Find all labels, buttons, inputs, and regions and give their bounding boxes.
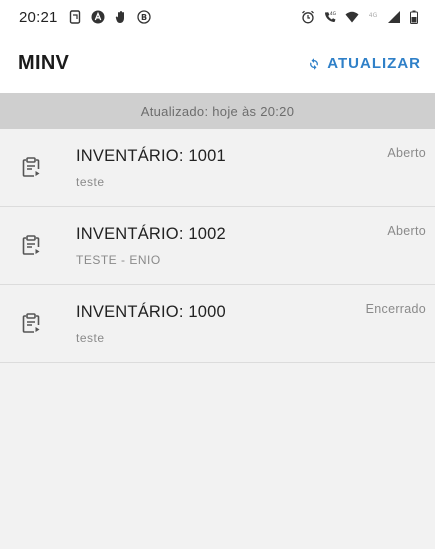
clipboard-icon <box>20 234 42 256</box>
refresh-icon <box>307 57 321 71</box>
inventory-description: teste <box>76 331 105 345</box>
svg-text:B: B <box>140 13 146 22</box>
last-updated-text: Atualizado: hoje às 20:20 <box>140 103 295 119</box>
screenshot-icon <box>68 10 82 24</box>
alarm-icon <box>301 10 315 24</box>
app-title: MINV <box>18 52 70 74</box>
inventory-list-item[interactable]: INVENTÁRIO: 1002 TESTE - ENIO Aberto <box>0 207 435 285</box>
clipboard-icon <box>20 312 42 334</box>
inventory-list: INVENTÁRIO: 1001 teste Aberto INVENTÁRIO… <box>0 129 435 363</box>
inventory-status: Aberto <box>387 224 426 238</box>
inventory-description: teste <box>76 175 105 189</box>
hand-icon <box>114 10 128 24</box>
app-a-icon <box>91 10 105 24</box>
inventory-status: Aberto <box>387 146 426 160</box>
refresh-button[interactable]: ATUALIZAR <box>303 49 425 78</box>
inventory-item-text: INVENTÁRIO: 1000 teste <box>76 303 226 345</box>
inventory-list-item[interactable]: INVENTÁRIO: 1000 teste Encerrado <box>0 285 435 363</box>
b-circle-icon: B <box>136 10 151 24</box>
wifi-icon <box>345 10 359 24</box>
call-4g-icon: 4G <box>323 10 337 24</box>
svg-text:4G: 4G <box>330 11 337 17</box>
inventory-item-text: INVENTÁRIO: 1001 teste <box>76 147 226 189</box>
status-time: 20:21 <box>19 8 58 26</box>
status-bar: 20:21 B 4G 4G <box>0 0 435 34</box>
inventory-list-item[interactable]: INVENTÁRIO: 1001 teste Aberto <box>0 129 435 207</box>
svg-text:4G: 4G <box>369 12 378 19</box>
last-updated-banner: Atualizado: hoje às 20:20 <box>0 93 435 129</box>
inventory-title: INVENTÁRIO: 1000 <box>76 303 226 321</box>
status-left-icons: B <box>68 10 151 24</box>
signal-bars-icon <box>387 10 401 24</box>
inventory-item-text: INVENTÁRIO: 1002 TESTE - ENIO <box>76 225 226 267</box>
refresh-label: ATUALIZAR <box>327 55 421 72</box>
battery-icon <box>409 10 419 24</box>
inventory-title: INVENTÁRIO: 1001 <box>76 147 226 165</box>
clipboard-icon <box>20 156 42 178</box>
inventory-title: INVENTÁRIO: 1002 <box>76 225 226 243</box>
app-bar: MINV ATUALIZAR <box>0 34 435 93</box>
status-right-icons: 4G 4G <box>301 10 419 24</box>
signal-4g-icon: 4G <box>367 10 379 24</box>
inventory-status: Encerrado <box>365 302 426 316</box>
inventory-description: TESTE - ENIO <box>76 253 161 267</box>
